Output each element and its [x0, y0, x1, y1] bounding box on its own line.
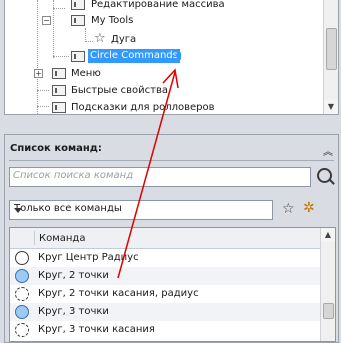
customization-tree: Редактирование массива − My Tools ☆ Дуга…: [4, 0, 339, 115]
circle-center-radius-icon: [15, 251, 29, 265]
circle-tangent-radius-icon: [15, 287, 29, 301]
drop-target-marker-icon: [175, 52, 181, 60]
scrollbar-thumb[interactable]: [323, 303, 334, 319]
list-item-label: Круг, 3 точки: [38, 306, 109, 317]
list-item[interactable]: Круг, 3 точки: [10, 303, 321, 321]
toolbar-node-icon: [71, 15, 85, 26]
tree-item-label: Дуга: [111, 34, 137, 45]
find-command-icon[interactable]: ☆: [282, 202, 295, 216]
command-list-header: Список команд: ︽: [5, 135, 338, 161]
list-item-label: Круг, 2 точки касания, радиус: [38, 288, 199, 299]
search-icon[interactable]: [317, 168, 332, 183]
tree-item-label: Меню: [71, 68, 101, 79]
filter-selected-value: Только все команды: [14, 203, 122, 214]
divider: [34, 231, 35, 245]
list-item-label: Круг Центр Радиус: [38, 252, 139, 263]
tree-item-circle-commands[interactable]: Circle Commands: [5, 48, 323, 65]
search-placeholder: Список поиска команд: [13, 170, 134, 181]
divider: [9, 160, 334, 161]
list-item-label: Круг, 2 точки: [38, 270, 109, 281]
list-item-label: Круг, 3 точки касания: [38, 324, 155, 335]
menu-node-icon: [52, 68, 66, 79]
list-item[interactable]: Круг Центр Радиус: [10, 249, 321, 267]
list-column-header[interactable]: Команда: [10, 228, 321, 249]
panel-title: Список команд:: [10, 143, 102, 154]
properties-node-icon: [52, 85, 66, 96]
tree-item-arc[interactable]: ☆ Дуга: [5, 31, 323, 48]
toolbar-node-icon: [71, 51, 85, 62]
tooltips-node-icon: [52, 102, 66, 113]
scrollbar-thumb[interactable]: [326, 28, 337, 70]
tree-item-label: Подсказки для ролловеров: [71, 102, 215, 113]
new-command-icon[interactable]: ✲: [303, 201, 315, 215]
circle-3-point-icon: [15, 305, 29, 319]
scroll-down-icon[interactable]: ▼: [324, 100, 338, 114]
list-item[interactable]: Круг, 2 точки касания, радиус: [10, 285, 321, 303]
command-filter-select[interactable]: Только все команды: [9, 200, 273, 220]
command-list: Команда Круг Центр Радиус Круг, 2 точки …: [9, 227, 336, 342]
tree-item-rollover-tooltips[interactable]: Подсказки для ролловеров: [5, 99, 323, 114]
expand-toggle-icon[interactable]: +: [34, 69, 43, 78]
collapse-panel-icon[interactable]: ︽: [323, 143, 333, 158]
command-list-panel: Список команд: ︽ Список поиска команд То…: [4, 134, 339, 343]
star-command-icon: ☆: [94, 31, 106, 46]
chevron-down-icon: [14, 208, 22, 213]
command-search-input[interactable]: Список поиска команд: [9, 167, 311, 187]
circle-2-point-icon: [15, 269, 29, 283]
list-item[interactable]: Круг, 2 точки: [10, 267, 321, 285]
tree-scrollbar[interactable]: ▼: [323, 0, 338, 114]
tree-item-label: Быстрые свойства: [71, 85, 169, 96]
collapse-toggle-icon[interactable]: −: [42, 16, 51, 25]
tree-item-my-tools[interactable]: − My Tools: [5, 12, 323, 29]
command-list-scrollbar[interactable]: ▲: [320, 228, 335, 341]
tree-item-label: My Tools: [91, 15, 134, 26]
column-header-label: Команда: [39, 233, 86, 244]
circle-3-tangent-icon: [15, 323, 29, 337]
list-item[interactable]: Круг, 3 точки касания: [10, 321, 321, 339]
scroll-up-icon[interactable]: ▲: [321, 228, 335, 242]
tree-item-quick-properties[interactable]: Быстрые свойства: [5, 82, 323, 99]
tree-item-label-selected: Circle Commands: [88, 49, 180, 63]
tree-item-menu[interactable]: + Меню: [5, 65, 323, 82]
toolbar-node-icon: [71, 0, 85, 10]
